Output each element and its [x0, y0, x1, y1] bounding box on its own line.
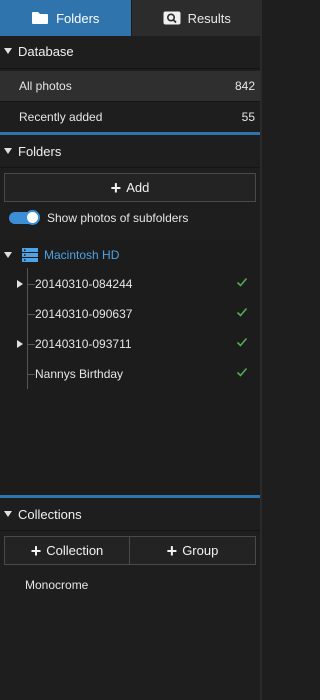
folder-item-label: 20140310-084244 — [35, 277, 133, 291]
checkmark-icon — [236, 276, 248, 291]
folder-item-label: 20140310-090637 — [35, 307, 133, 321]
checkmark-icon — [236, 306, 248, 321]
collapse-triangle-icon — [4, 48, 12, 54]
add-collection-button[interactable]: + Collection — [4, 536, 130, 565]
folder-item-label: 20140310-093711 — [35, 337, 132, 351]
folder-item[interactable]: 20140310-093711 — [0, 330, 262, 358]
divider — [0, 530, 262, 531]
folder-item[interactable]: 20140310-084244 — [0, 270, 262, 298]
section-divider — [0, 495, 262, 498]
database-item-count: 842 — [234, 79, 255, 93]
folder-item-label: Nannys Birthday — [35, 367, 124, 381]
plus-icon: + — [110, 177, 122, 198]
hard-drive-icon — [22, 248, 38, 262]
database-item-all-photos[interactable]: All photos 842 — [0, 71, 262, 101]
checkmark-icon — [236, 336, 248, 351]
folders-section-header[interactable]: Folders — [0, 136, 262, 166]
collapse-triangle-icon — [4, 511, 12, 517]
plus-icon: + — [30, 540, 42, 561]
collapse-triangle-icon — [4, 252, 12, 258]
tab-results-label: Results — [187, 10, 231, 26]
add-folder-label: Add — [126, 180, 150, 195]
expand-triangle-icon[interactable] — [17, 280, 23, 288]
database-item-label: All photos — [19, 79, 72, 93]
volume-label: Macintosh HD — [44, 248, 120, 262]
subfolders-toggle[interactable] — [9, 210, 40, 225]
divider — [0, 167, 262, 168]
tab-results[interactable]: Results — [130, 0, 262, 36]
collections-title: Collections — [18, 506, 82, 522]
folder-item[interactable]: 20140310-090637 — [0, 300, 262, 328]
section-divider — [0, 132, 262, 135]
folders-title: Folders — [18, 143, 62, 159]
tab-folders[interactable]: Folders — [0, 0, 131, 36]
database-item-recently-added[interactable]: Recently added 55 — [0, 102, 262, 132]
volume-macintosh-hd[interactable]: Macintosh HD — [0, 243, 262, 267]
tree-connector — [28, 374, 35, 375]
plus-icon: + — [166, 540, 178, 561]
add-collection-label: Collection — [46, 543, 104, 558]
tree-connector — [28, 344, 35, 345]
folder-item[interactable]: Nannys Birthday — [0, 360, 262, 388]
divider — [0, 68, 262, 69]
expand-triangle-icon[interactable] — [17, 340, 23, 348]
database-item-label: Recently added — [19, 110, 103, 124]
collections-section-header[interactable]: Collections — [0, 499, 262, 529]
database-section-header[interactable]: Database — [0, 36, 262, 66]
add-group-button[interactable]: + Group — [129, 536, 256, 565]
folder-icon — [31, 11, 49, 25]
collapse-triangle-icon — [4, 148, 12, 154]
checkmark-icon — [236, 366, 248, 381]
add-folder-button[interactable]: + Add — [4, 173, 256, 202]
tree-connector — [28, 284, 35, 285]
collection-item[interactable]: Monocrome — [25, 578, 88, 592]
tree-connector — [28, 314, 35, 315]
panel-edge — [260, 36, 262, 700]
database-item-count: 55 — [241, 110, 255, 124]
subfolders-toggle-label: Show photos of subfolders — [47, 211, 189, 225]
subfolders-toggle-row: Show photos of subfolders — [9, 209, 188, 227]
tab-bar: Folders Results — [0, 0, 262, 36]
toggle-knob — [25, 210, 40, 225]
add-group-label: Group — [182, 543, 219, 558]
tab-folders-label: Folders — [56, 10, 100, 26]
search-icon — [163, 11, 181, 25]
database-title: Database — [18, 43, 74, 59]
